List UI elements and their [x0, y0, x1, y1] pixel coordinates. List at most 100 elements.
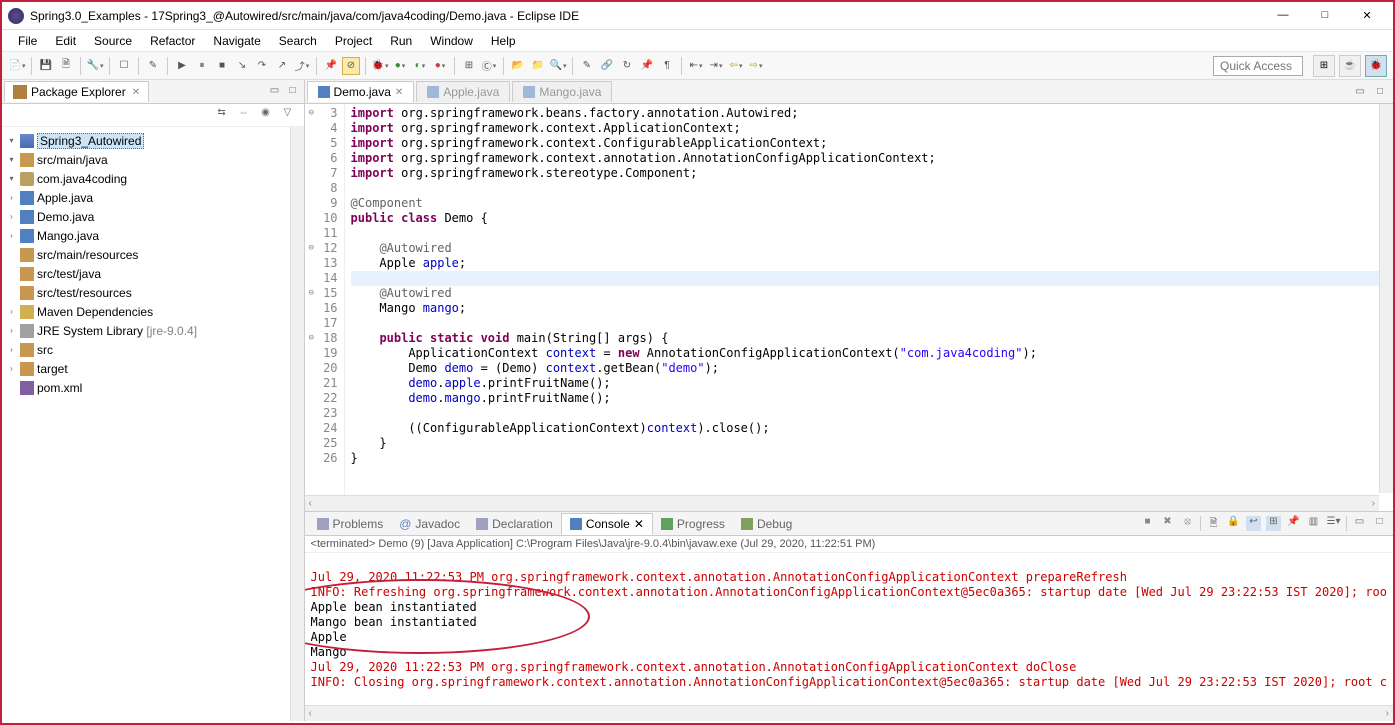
pin-console-icon[interactable]: 📌 [1286, 516, 1301, 531]
menu-project[interactable]: Project [327, 32, 380, 50]
mark-button[interactable]: ✎ [578, 57, 596, 75]
debug-perspective-button[interactable]: 🐞 [1365, 55, 1387, 77]
tree-src-main-res[interactable]: src/main/resources [37, 248, 138, 262]
tree-file-demo[interactable]: Demo.java [37, 210, 94, 224]
editor-tab-demo[interactable]: Demo.java✕ [307, 81, 415, 102]
search-button[interactable]: 🔍 [549, 57, 567, 75]
tree-src-test-java[interactable]: src/test/java [37, 267, 101, 281]
terminate-icon[interactable]: ■ [1140, 516, 1155, 531]
tab-problems[interactable]: Problems [309, 514, 392, 534]
skip-breakpoints-button[interactable]: ⊘ [342, 57, 360, 75]
collapse-all-icon[interactable]: ⇆ [214, 107, 230, 123]
back-button[interactable]: ⇦ [727, 57, 745, 75]
show-console-icon[interactable]: ⊞ [1266, 516, 1281, 531]
link-editor-icon[interactable]: ⇔ [236, 107, 252, 123]
new-button[interactable]: 📄 [8, 57, 26, 75]
tab-debug[interactable]: Debug [733, 514, 800, 534]
filter-button[interactable]: ¶ [658, 57, 676, 75]
tree-src-main-java[interactable]: src/main/java [37, 153, 108, 167]
drop-frame-button[interactable]: ⤴ [293, 57, 311, 75]
package-explorer-tab[interactable]: Package Explorer ✕ [4, 81, 149, 102]
menu-navigate[interactable]: Navigate [205, 32, 268, 50]
wand-icon[interactable]: ✎ [144, 57, 162, 75]
tab-declaration[interactable]: Declaration [468, 514, 561, 534]
link-button[interactable]: 🔗 [598, 57, 616, 75]
close-view-icon[interactable]: ✕ [132, 87, 140, 98]
remove-launch-icon[interactable]: ✖ [1160, 516, 1175, 531]
scroll-lock-icon[interactable]: 🔒 [1226, 516, 1241, 531]
open-perspective-button[interactable]: ⊞ [1313, 55, 1335, 77]
forward-button[interactable]: ⇨ [747, 57, 765, 75]
editor-tab-apple[interactable]: Apple.java [416, 81, 510, 102]
close-button[interactable]: ✕ [1355, 9, 1379, 22]
save-button[interactable]: 💾 [37, 57, 55, 75]
pin2-button[interactable]: 📌 [638, 57, 656, 75]
step-into-button[interactable]: ↘ [233, 57, 251, 75]
tree-target[interactable]: target [37, 362, 68, 376]
menu-edit[interactable]: Edit [47, 32, 84, 50]
pin-button[interactable]: 📌 [322, 57, 340, 75]
view-menu-icon[interactable]: ▽ [280, 107, 296, 123]
tree-file-apple[interactable]: Apple.java [37, 191, 93, 205]
debug-resume-button[interactable]: ▶ [173, 57, 191, 75]
maximize-view-icon[interactable]: □ [286, 85, 300, 99]
step-return-button[interactable]: ↗ [273, 57, 291, 75]
close-tab-icon[interactable]: ✕ [634, 517, 644, 531]
console-scrollbar-horizontal[interactable]: ‹› [305, 705, 1393, 721]
focus-icon[interactable]: ◉ [258, 107, 274, 123]
refresh-button[interactable]: ↻ [618, 57, 636, 75]
nav-last-button[interactable]: ⇤ [687, 57, 705, 75]
open-type-button[interactable]: 📂 [509, 57, 527, 75]
editor-scrollbar-vertical[interactable] [1379, 104, 1393, 493]
tree-pom[interactable]: pom.xml [37, 381, 82, 395]
close-tab-icon[interactable]: ✕ [395, 87, 403, 98]
console-output[interactable]: Jul 29, 2020 11:22:53 PM org.springframe… [305, 553, 1393, 705]
menu-source[interactable]: Source [86, 32, 140, 50]
step-over-button[interactable]: ↷ [253, 57, 271, 75]
nav-next-button[interactable]: ⇥ [707, 57, 725, 75]
build-button[interactable]: 🔧 [86, 57, 104, 75]
coverage-button[interactable]: ◐ [411, 57, 429, 75]
open-console-icon[interactable]: ☰▾ [1326, 516, 1341, 531]
run-button[interactable]: ● [391, 57, 409, 75]
toggle-button[interactable]: ☐ [115, 57, 133, 75]
tree-project[interactable]: Spring3_Autowired [37, 133, 144, 149]
tab-console[interactable]: Console ✕ [561, 513, 653, 535]
display-console-icon[interactable]: ▥ [1306, 516, 1321, 531]
menu-run[interactable]: Run [382, 32, 420, 50]
tree-src[interactable]: src [37, 343, 53, 357]
menu-help[interactable]: Help [483, 32, 524, 50]
minimize-editor-icon[interactable]: ▭ [1353, 86, 1367, 97]
tree-maven-deps[interactable]: Maven Dependencies [37, 305, 153, 319]
tree-src-test-res[interactable]: src/test/resources [37, 286, 132, 300]
debug-pause-button[interactable]: ⏸ [193, 57, 211, 75]
tab-javadoc[interactable]: @Javadoc [391, 514, 468, 534]
remove-all-icon[interactable]: ⦻ [1180, 516, 1195, 531]
minimize-button[interactable]: — [1271, 9, 1295, 22]
debug-button[interactable]: 🐞 [371, 57, 389, 75]
open-task-button[interactable]: 📁 [529, 57, 547, 75]
quick-access-input[interactable] [1213, 56, 1303, 76]
java-perspective-button[interactable]: ☕ [1339, 55, 1361, 77]
new-package-button[interactable]: ⊞ [460, 57, 478, 75]
tree-scrollbar[interactable] [290, 127, 304, 721]
minimize-view-icon[interactable]: ▭ [268, 85, 282, 99]
tree-package[interactable]: com.java4coding [37, 172, 127, 186]
editor-scrollbar-horizontal[interactable]: ‹› [305, 495, 1379, 511]
code-editor[interactable]: 3456789101112131415161718192021222324252… [305, 104, 1393, 511]
maximize-button[interactable]: □ [1313, 9, 1337, 22]
menu-search[interactable]: Search [271, 32, 325, 50]
new-class-button[interactable]: Ⓒ [480, 57, 498, 75]
tab-progress[interactable]: Progress [653, 514, 733, 534]
minimize-bottom-icon[interactable]: ▭ [1352, 516, 1367, 531]
package-explorer-tree[interactable]: ▾Spring3_Autowired ▾src/main/java ▾com.j… [2, 127, 304, 721]
menu-window[interactable]: Window [422, 32, 481, 50]
maximize-editor-icon[interactable]: □ [1373, 86, 1387, 97]
menu-file[interactable]: File [10, 32, 45, 50]
menu-refactor[interactable]: Refactor [142, 32, 203, 50]
tree-jre[interactable]: JRE System Library [jre-9.0.4] [37, 324, 197, 338]
word-wrap-icon[interactable]: ↩ [1246, 516, 1261, 531]
save-all-button[interactable]: 🗎 [57, 57, 75, 75]
ext-tools-button[interactable]: ● [431, 57, 449, 75]
clear-console-icon[interactable]: 🗎 [1206, 516, 1221, 531]
